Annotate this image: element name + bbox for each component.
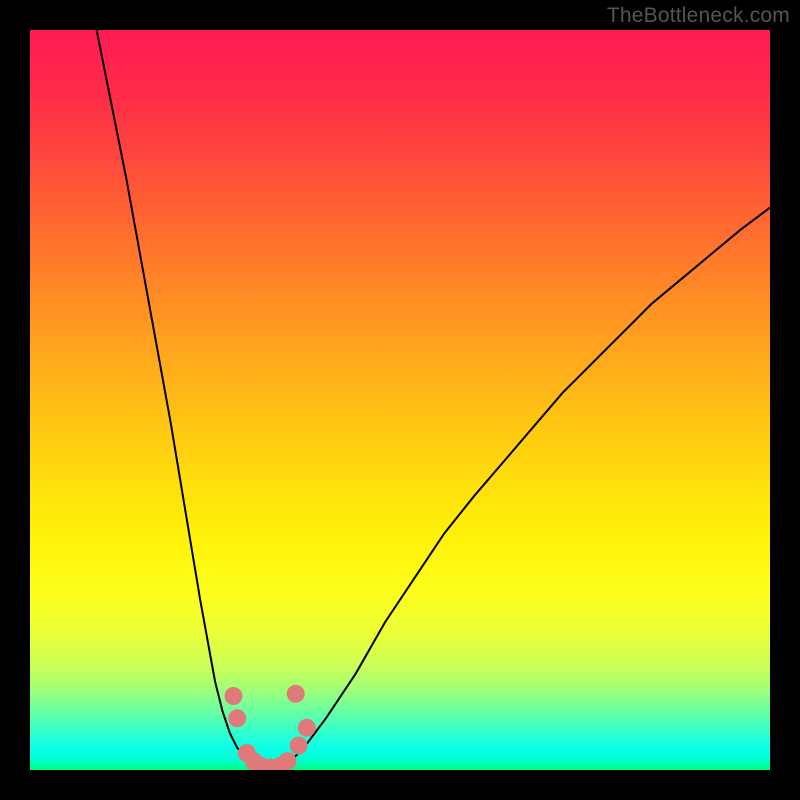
marker-dot [287,685,305,703]
right-curve [289,208,770,763]
attribution-label: TheBottleneck.com [607,4,790,28]
plot-area [30,30,770,770]
marker-dot [290,737,308,755]
marker-dot [279,752,297,770]
left-curve [97,30,252,763]
marker-dot [228,709,246,727]
chart-frame: TheBottleneck.com [0,0,800,800]
marker-dot [225,687,243,705]
marker-cluster [225,685,316,770]
marker-dot [298,719,316,737]
curves-svg [30,30,770,770]
